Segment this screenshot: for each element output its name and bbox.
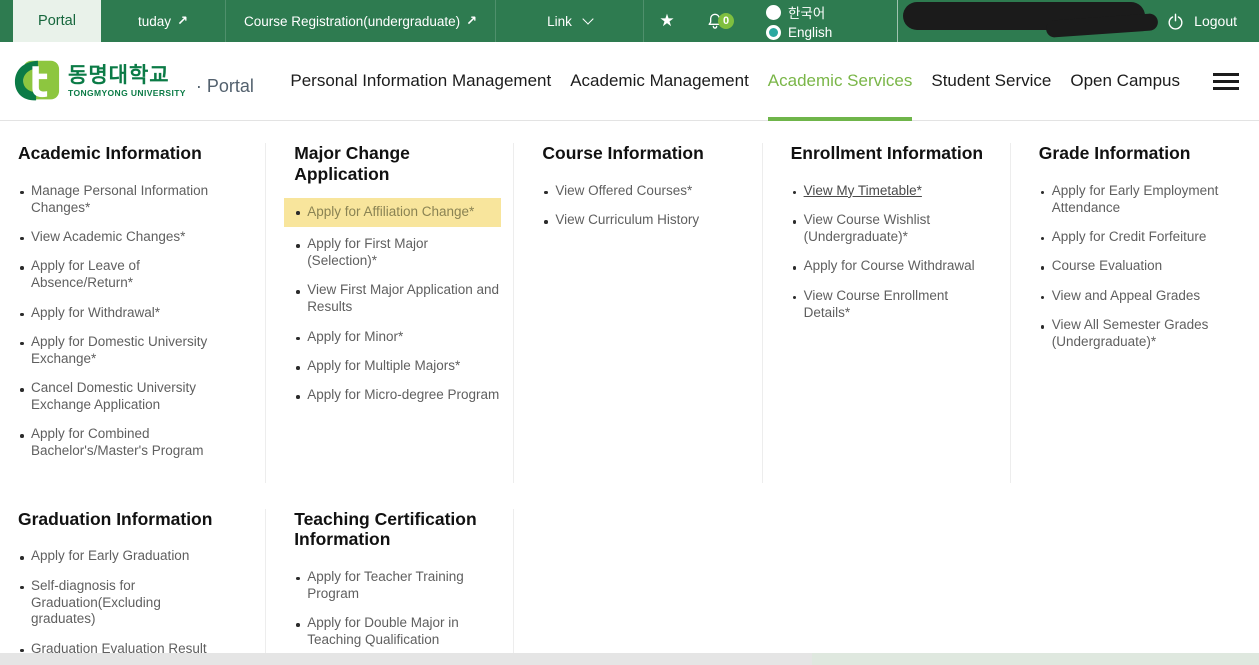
- chevron-down-icon: [582, 13, 593, 24]
- language-radio-english[interactable]: English: [766, 25, 832, 40]
- hamburger-bar: [1213, 87, 1239, 90]
- menu-item-list: Apply for Early Graduation Self-diagnosis…: [18, 548, 251, 665]
- logo-english-text: TONGMYONG UNIVERSITY: [68, 89, 186, 98]
- radio-unselected-icon: [766, 5, 781, 20]
- topbar-link-dropdown[interactable]: Link: [496, 0, 644, 42]
- topbar-link-label: Course Registration(undergraduate): [244, 14, 460, 29]
- hamburger-bar: [1213, 73, 1239, 76]
- menu-item[interactable]: View First Major Application and Results: [294, 282, 499, 316]
- menu-item[interactable]: Apply for Credit Forfeiture: [1039, 229, 1245, 246]
- main-nav: Personal Information ManagementAcademic …: [290, 42, 1239, 120]
- notifications-bell-icon[interactable]: 0: [690, 0, 740, 42]
- bottom-strip-gray: [0, 653, 812, 665]
- menu-item[interactable]: View Curriculum History: [542, 212, 747, 229]
- menu-column: Major Change Application Apply for Affili…: [266, 143, 514, 483]
- mega-menu: Academic Information Manage Personal Info…: [0, 121, 1259, 665]
- language-switcher: 한국어 English: [766, 0, 832, 42]
- menu-item[interactable]: Self-diagnosis for Graduation(Excluding …: [18, 578, 226, 629]
- language-label: English: [788, 25, 832, 40]
- menu-item[interactable]: Apply for Early Employment Attendance: [1039, 183, 1245, 217]
- radio-selected-icon: [766, 25, 781, 40]
- menu-item[interactable]: View My Timetable*: [791, 183, 996, 200]
- logo-mark: [14, 59, 60, 103]
- nav-item-personal-information-management[interactable]: Personal Information Management: [290, 42, 551, 120]
- hamburger-bar: [1213, 80, 1239, 83]
- menu-column: Graduation Information Apply for Early Gr…: [18, 509, 266, 665]
- topbar-link-tuday[interactable]: tuday ↗: [101, 0, 226, 42]
- menu-item[interactable]: View Course Enrollment Details*: [791, 288, 996, 322]
- menu-item[interactable]: View Academic Changes*: [18, 229, 226, 246]
- menu-column: Academic Information Manage Personal Info…: [18, 143, 266, 483]
- menu-item[interactable]: View Course Wishlist (Undergraduate)*: [791, 212, 996, 246]
- menu-item[interactable]: Apply for Early Graduation: [18, 548, 226, 565]
- column-title: Grade Information: [1039, 143, 1239, 164]
- external-link-icon: ↗: [177, 13, 188, 29]
- menu-item[interactable]: Apply for First Major (Selection)*: [294, 236, 499, 270]
- column-title: Enrollment Information: [791, 143, 991, 164]
- column-title: Teaching Certification Information: [294, 509, 494, 550]
- logo-korean-text: 동명대학교: [68, 65, 186, 86]
- external-link-icon: ↗: [466, 13, 477, 29]
- column-title: Course Information: [542, 143, 742, 164]
- menu-item[interactable]: Cancel Domestic University Exchange Appl…: [18, 380, 226, 414]
- nav-item-student-service[interactable]: Student Service: [931, 42, 1051, 120]
- menu-item[interactable]: View and Appeal Grades: [1039, 288, 1245, 305]
- logout-button[interactable]: Logout: [1160, 0, 1259, 42]
- logo-text: 동명대학교 TONGMYONG UNIVERSITY: [68, 65, 186, 98]
- menu-item-list: Apply for Early Employment Attendance App…: [1039, 183, 1245, 351]
- topbar: Portal tuday ↗ Course Registration(under…: [0, 0, 1259, 42]
- topbar-spacer: [832, 0, 897, 42]
- menu-item[interactable]: Apply for Double Major in Teaching Quali…: [294, 615, 499, 649]
- menu-item-list: Manage Personal Information Changes* View…: [18, 183, 251, 461]
- hamburger-menu-button[interactable]: [1213, 73, 1239, 90]
- menu-item[interactable]: View Offered Courses*: [542, 183, 747, 200]
- nav-item-academic-services[interactable]: Academic Services: [768, 42, 913, 120]
- menu-column: Teaching Certification Information Apply …: [266, 509, 514, 665]
- menu-row: Academic Information Manage Personal Info…: [18, 143, 1259, 483]
- menu-item-list: View Offered Courses* View Curriculum His…: [542, 183, 747, 229]
- menu-column: Course InformationView Offered Courses*V…: [514, 143, 762, 483]
- portal-suffix: · Portal: [196, 76, 254, 97]
- language-radio-korean[interactable]: 한국어: [766, 2, 832, 22]
- menu-item[interactable]: View All Semester Grades (Undergraduate)…: [1039, 317, 1245, 351]
- nav-item-academic-management[interactable]: Academic Management: [570, 42, 749, 120]
- notification-count-badge: 0: [718, 13, 734, 29]
- menu-item[interactable]: Apply for Affiliation Change*: [284, 198, 501, 227]
- menu-item[interactable]: Manage Personal Information Changes*: [18, 183, 226, 217]
- favorites-star-icon[interactable]: ★: [644, 0, 690, 42]
- menu-item[interactable]: Apply for Course Withdrawal: [791, 258, 996, 275]
- column-title: Graduation Information: [18, 509, 218, 530]
- university-logo[interactable]: 동명대학교 TONGMYONG UNIVERSITY: [14, 59, 186, 103]
- menu-item[interactable]: Apply for Leave of Absence/Return*: [18, 258, 226, 292]
- logout-label: Logout: [1194, 13, 1237, 29]
- menu-item[interactable]: Apply for Combined Bachelor's/Master's P…: [18, 426, 226, 460]
- bottom-strip: [0, 653, 1259, 665]
- menu-item[interactable]: Course Evaluation: [1039, 258, 1245, 275]
- redacted-user-info: [898, 0, 1160, 42]
- nav-item-open-campus[interactable]: Open Campus: [1070, 42, 1180, 120]
- column-title: Major Change Application: [294, 143, 494, 184]
- header: 동명대학교 TONGMYONG UNIVERSITY · Portal Pers…: [0, 42, 1259, 121]
- bottom-strip-green: [812, 653, 1259, 665]
- menu-item[interactable]: Apply for Domestic University Exchange*: [18, 334, 226, 368]
- menu-item[interactable]: Apply for Multiple Majors*: [294, 358, 499, 375]
- portal-tab[interactable]: Portal: [13, 0, 101, 42]
- topbar-link-label: Link: [547, 14, 572, 29]
- topbar-link-course-registration[interactable]: Course Registration(undergraduate) ↗: [226, 0, 496, 42]
- menu-item[interactable]: Apply for Withdrawal*: [18, 305, 226, 322]
- menu-item[interactable]: Apply for Micro-degree Program: [294, 387, 499, 404]
- topbar-link-label: tuday: [138, 14, 171, 29]
- menu-item[interactable]: Apply for Minor*: [294, 329, 499, 346]
- column-title: Academic Information: [18, 143, 218, 164]
- menu-item[interactable]: Apply for Teacher Training Program: [294, 569, 499, 603]
- language-label: 한국어: [788, 2, 825, 22]
- power-icon: [1166, 12, 1185, 31]
- menu-column: Enrollment Information View My Timetable*…: [763, 143, 1011, 483]
- menu-row: Graduation Information Apply for Early Gr…: [18, 509, 1259, 665]
- menu-column: Grade Information Apply for Early Employm…: [1011, 143, 1259, 483]
- menu-item-list: View My Timetable* View Course Wishlist (…: [791, 183, 996, 322]
- menu-item-list: Apply for Affiliation Change*Apply for F…: [294, 198, 499, 404]
- menu-item-list: Apply for Teacher Training Program Apply …: [294, 569, 499, 665]
